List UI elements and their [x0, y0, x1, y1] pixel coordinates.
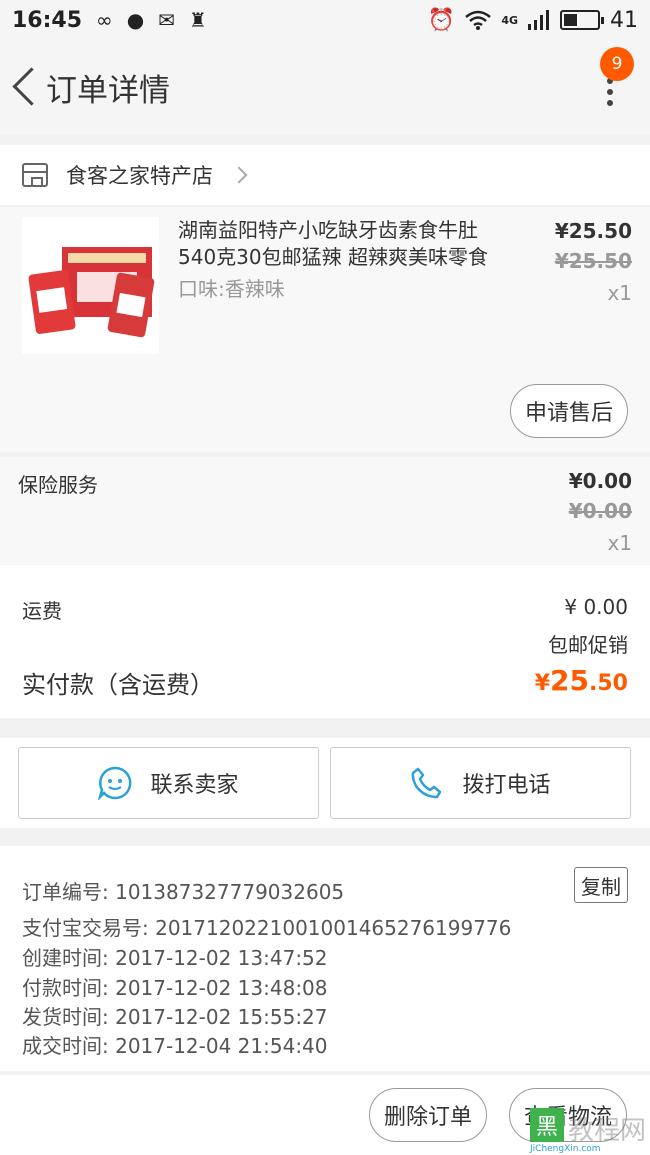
insurance-original-price: ¥0.00: [568, 499, 632, 523]
shipped-time: 发货时间: 2017-12-02 15:55:27: [22, 1005, 328, 1029]
created-time: 创建时间: 2017-12-02 13:47:52: [22, 946, 328, 970]
product-quantity: x1: [607, 281, 632, 305]
nav-bar: 订单详情 9: [0, 40, 650, 135]
watermark-logo: 黑: [530, 1108, 564, 1142]
status-time: 16:45: [12, 7, 83, 33]
shop-name: 食客之家特产店: [66, 164, 213, 188]
chevron-right-icon: [230, 166, 248, 184]
order-info: 订单编号: 101387327779032605 复制 支付宝交易号: 2017…: [0, 846, 650, 1071]
insurance-price: ¥0.00: [568, 469, 632, 493]
completed-time: 成交时间: 2017-12-04 21:54:40: [22, 1034, 328, 1058]
fees-section: 运费 ¥ 0.00 包邮促销 实付款（含运费） ¥25.50: [0, 565, 650, 718]
insurance-label: 保险服务: [18, 473, 98, 497]
notification-badge: 9: [600, 47, 634, 81]
paid-amount: ¥25.50: [534, 664, 628, 697]
after-sale-button[interactable]: 申请售后: [510, 384, 628, 438]
status-bar: 16:45 ∞ ● ✉ ♜ ⏰ 4G 41: [0, 0, 650, 40]
qq-icon: ♜: [188, 8, 207, 32]
delete-order-button[interactable]: 删除订单: [369, 1088, 487, 1142]
contact-seller-button[interactable]: 联系卖家: [18, 747, 319, 819]
paid-time: 付款时间: 2017-12-02 13:48:08: [22, 976, 328, 1000]
signal-icon: [528, 10, 549, 30]
watermark-url: JiChengXin.com: [530, 1144, 601, 1154]
contact-section: 联系卖家 拨打电话: [0, 738, 650, 828]
product-image: [22, 217, 159, 354]
watermark: 黑 教程网 JiChengXin.com: [530, 1108, 646, 1154]
order-number: 订单编号: 101387327779032605: [22, 880, 345, 904]
wechat-icon: ●: [126, 8, 145, 32]
call-phone-button[interactable]: 拨打电话: [330, 747, 631, 819]
infinity-icon: ∞: [96, 8, 113, 32]
store-icon: [22, 163, 48, 187]
copy-button[interactable]: 复制: [574, 867, 628, 903]
insurance-row: 保险服务 ¥0.00 ¥0.00 x1: [0, 457, 650, 564]
product-original-price: ¥25.50: [554, 249, 632, 273]
shop-row[interactable]: 食客之家特产店: [0, 145, 650, 205]
network-type: 4G: [501, 13, 518, 27]
product-spec: 口味:香辣味: [178, 277, 285, 301]
insurance-quantity: x1: [607, 531, 632, 555]
wifi-icon: [465, 10, 492, 30]
product-item[interactable]: 湖南益阳特产小吃缺牙齿素食牛肚 540克30包邮猛辣 超辣爽美味零食 口味:香辣…: [0, 207, 650, 452]
paid-label: 实付款（含运费）: [22, 671, 214, 699]
product-price: ¥25.50: [554, 219, 632, 243]
more-menu-icon[interactable]: [600, 78, 620, 108]
battery-icon: [560, 10, 604, 30]
alarm-icon: ⏰: [427, 7, 456, 33]
watermark-name: 教程网: [568, 1116, 647, 1146]
phone-icon: [412, 767, 442, 799]
back-icon[interactable]: [4, 40, 44, 135]
contact-seller-label: 联系卖家: [150, 773, 239, 798]
shipping-label: 运费: [22, 599, 62, 623]
shipping-value: ¥ 0.00: [564, 595, 628, 619]
chat-bubble-icon: [98, 766, 132, 800]
shipping-promo: 包邮促销: [548, 633, 628, 657]
battery-level: 41: [610, 7, 638, 33]
product-title: 湖南益阳特产小吃缺牙齿素食牛肚 540克30包邮猛辣 超辣爽美味零食: [178, 218, 488, 269]
alipay-number: 支付宝交易号: 2017120221001001465276199776: [22, 916, 512, 940]
call-phone-label: 拨打电话: [462, 773, 551, 798]
mail-icon: ✉: [158, 8, 175, 32]
page-title: 订单详情: [46, 73, 170, 109]
